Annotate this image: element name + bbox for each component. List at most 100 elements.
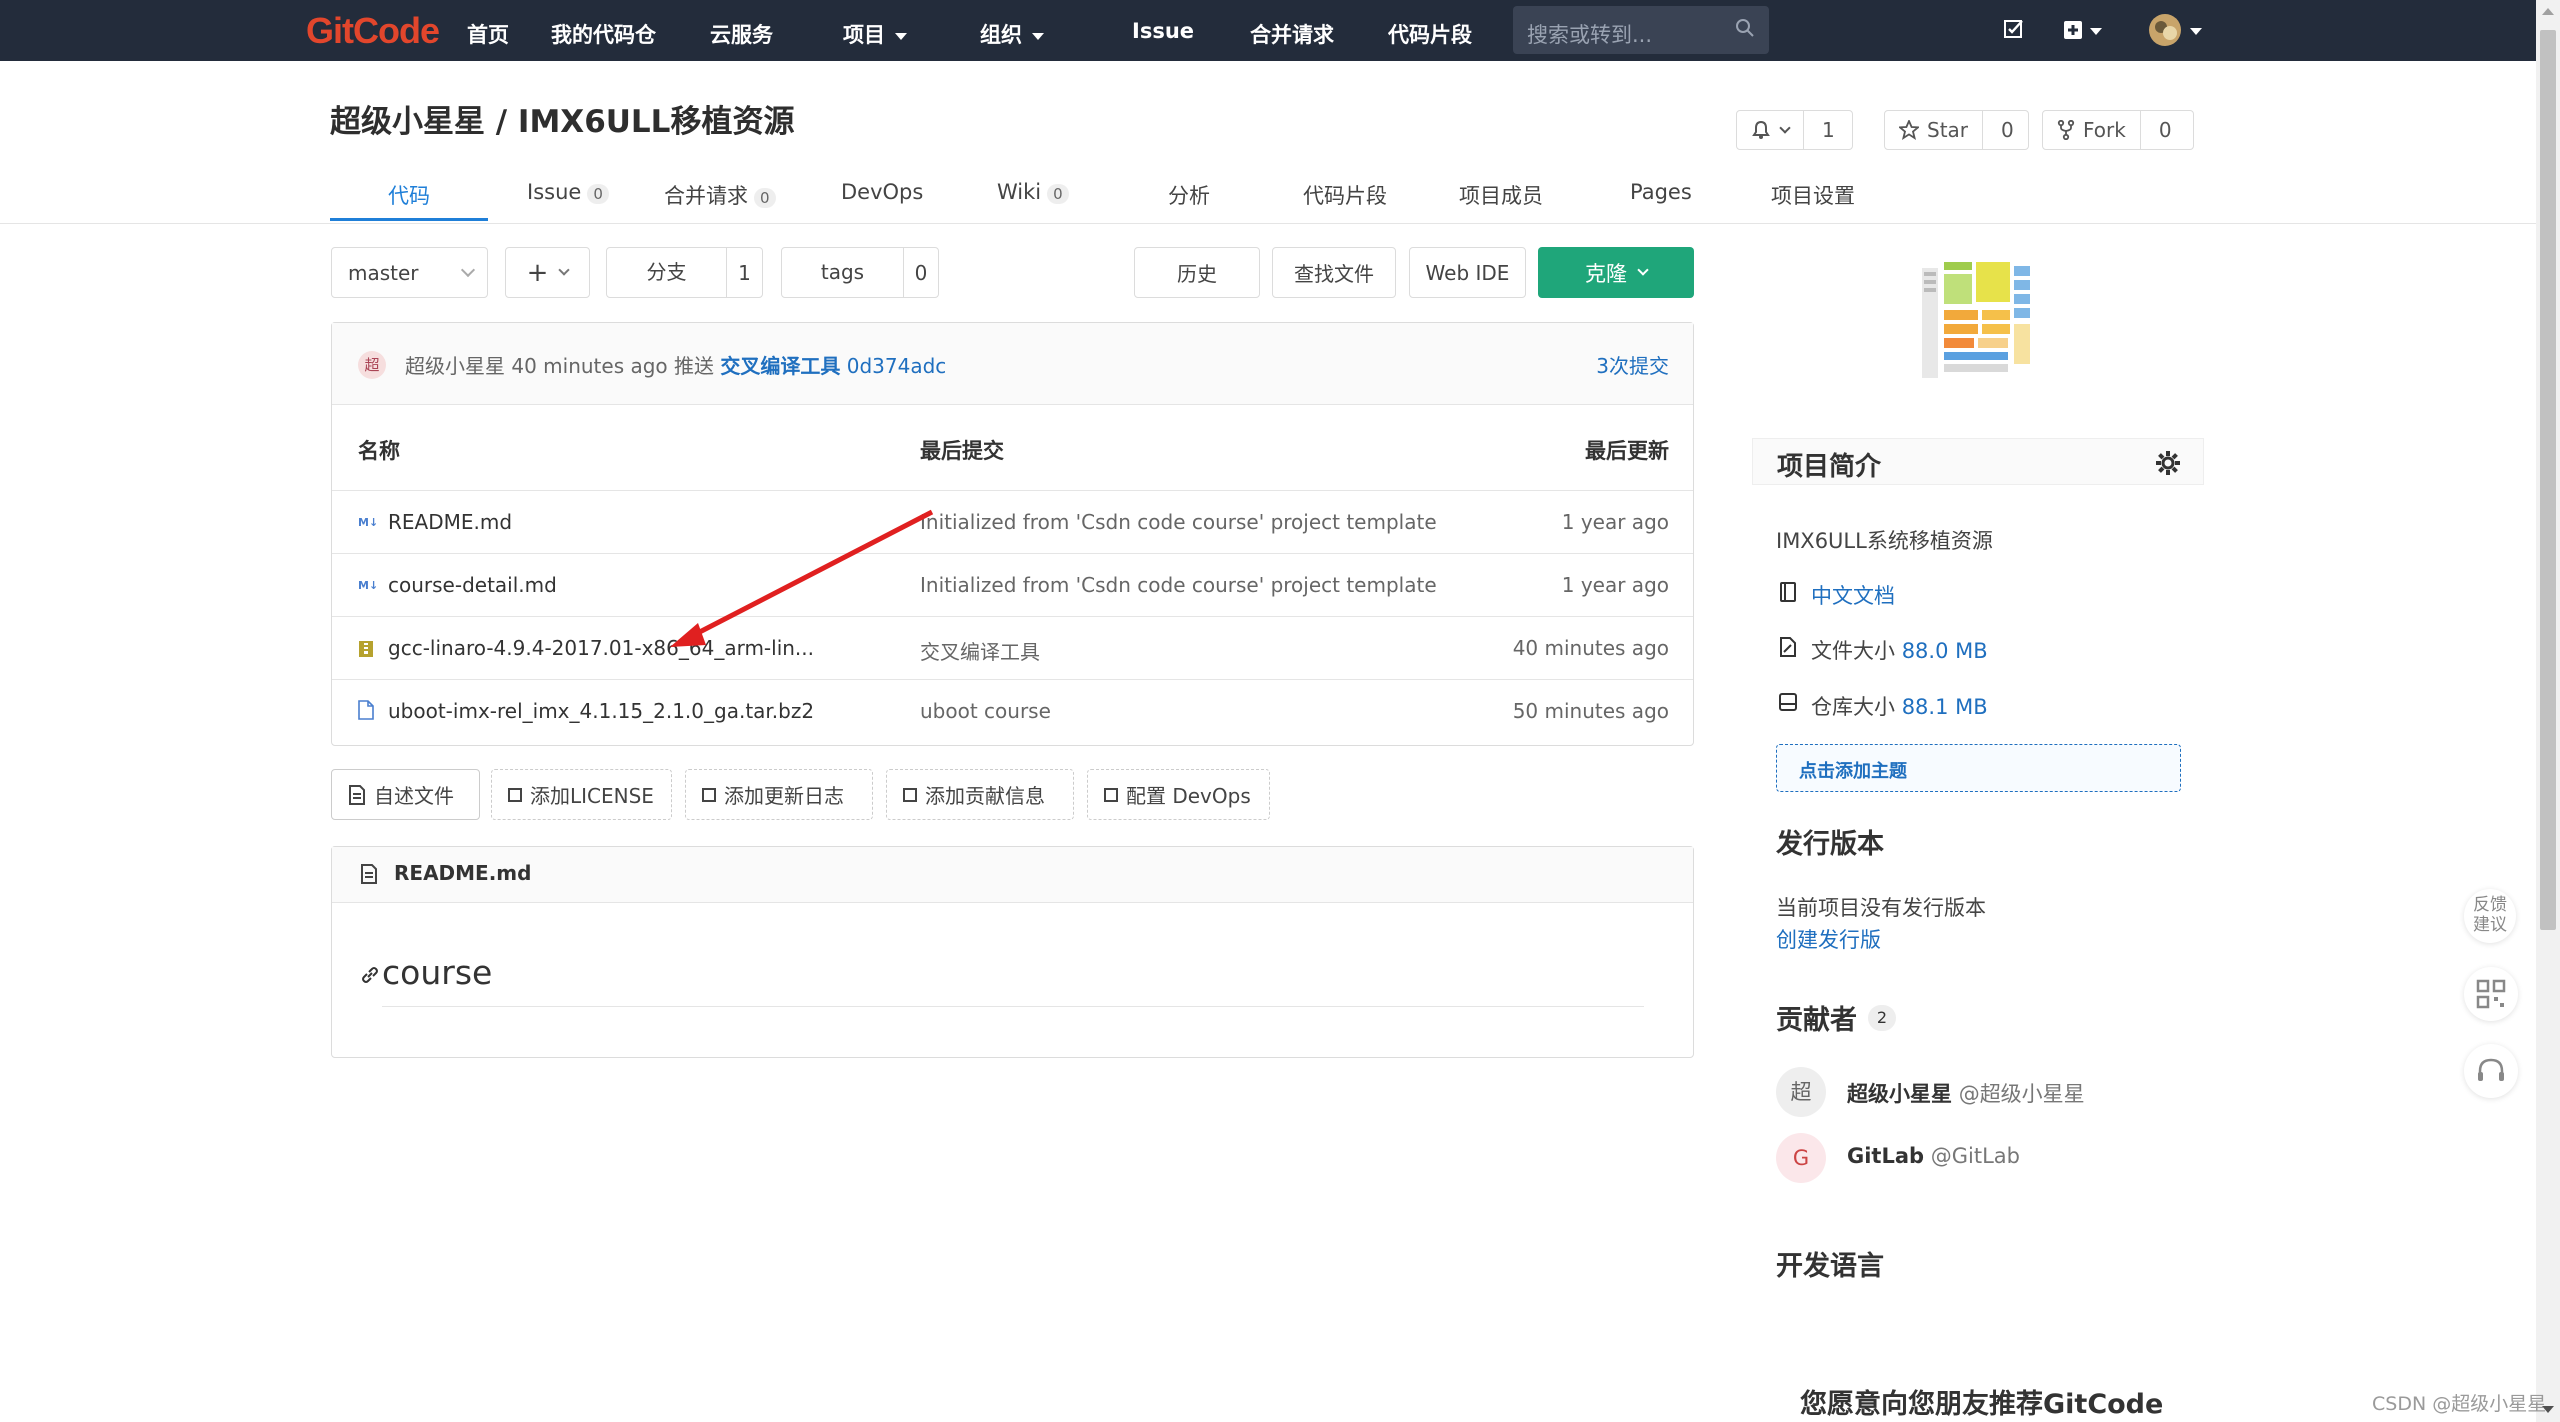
table-row[interactable]: M↓ course-detail.md Initialized from 'Cs… [332, 554, 1693, 617]
new-item-icon[interactable] [2063, 20, 2083, 40]
repo-title[interactable]: 超级小星星 / IMX6ULL移植资源 [330, 96, 794, 141]
todo-icon[interactable] [2003, 18, 2025, 40]
document-icon [349, 784, 365, 805]
link-icon[interactable] [360, 965, 380, 985]
page-scrollbar[interactable] [2536, 0, 2560, 1422]
releases-empty-text: 当前项目没有发行版本 [1776, 896, 1986, 920]
tab-issue[interactable]: Issue 0 [527, 180, 609, 204]
contributor-item[interactable]: 超级小星星 @超级小星星 [1847, 1078, 2085, 1108]
branch-select[interactable]: master [331, 247, 488, 298]
markdown-icon: M↓ [358, 516, 378, 529]
search-input[interactable]: 搜索或转到... [1513, 6, 1769, 54]
avatar[interactable]: 超 [358, 351, 386, 379]
markdown-icon: M↓ [358, 579, 378, 592]
feedback-button[interactable]: 反馈建议 [2464, 889, 2516, 943]
gitcode-logo[interactable]: GitCode [306, 10, 440, 52]
tab-code[interactable]: 代码 [388, 180, 430, 210]
fork-count: 0 [2158, 118, 2172, 142]
branches-label: 分支 [607, 248, 727, 297]
tags-button[interactable]: tags 0 [781, 247, 939, 298]
table-row[interactable]: M↓ README.md Initialized from 'Csdn code… [332, 491, 1693, 554]
table-row[interactable]: uboot-imx-rel_imx_4.1.15_2.1.0_ga.tar.bz… [332, 680, 1693, 743]
qr-code-icon [2476, 979, 2506, 1009]
section-title: 项目简介 [1777, 452, 1882, 482]
chevron-down-icon [2190, 28, 2202, 35]
star-count: 0 [2001, 118, 2014, 142]
create-release-link[interactable]: 创建发行版 [1776, 924, 1881, 954]
archive-icon [359, 641, 373, 657]
nav-orgs[interactable]: 组织 [980, 19, 1044, 49]
user-avatar[interactable] [2148, 13, 2182, 47]
readme-button[interactable]: 自述文件 [331, 769, 480, 820]
setup-devops-button[interactable]: 配置 DevOps [1087, 769, 1270, 820]
add-changelog-button[interactable]: 添加更新日志 [685, 769, 873, 820]
file-name-link[interactable]: uboot-imx-rel_imx_4.1.15_2.1.0_ga.tar.bz… [388, 699, 814, 723]
chevron-down-icon [1637, 264, 1649, 276]
add-menu-button[interactable]: + [505, 247, 590, 298]
nav-snippets[interactable]: 代码片段 [1388, 19, 1472, 49]
commit-message-link[interactable]: 交叉编译工具 [720, 354, 840, 378]
project-description: IMX6ULL系统移植资源 [1776, 529, 1993, 553]
table-row[interactable]: gcc-linaro-4.9.4-2017.01-x86_64_arm-lin.… [332, 617, 1693, 680]
star-button[interactable]: Star 0 [1884, 110, 2029, 150]
languages-title: 开发语言 [1776, 1251, 1884, 1282]
history-button[interactable]: 历史 [1134, 247, 1260, 298]
file-commit-message[interactable]: uboot course [920, 699, 1051, 723]
csdn-watermark: CSDN @超级小星星 [2372, 1393, 2547, 1415]
nav-merge-requests[interactable]: 合并请求 [1250, 19, 1334, 49]
tab-analytics[interactable]: 分析 [1168, 180, 1210, 210]
scrollbar-thumb[interactable] [2540, 30, 2556, 930]
search-placeholder: 搜索或转到... [1527, 23, 1653, 47]
contributor-item[interactable]: GitLab @GitLab [1847, 1144, 2020, 1168]
support-button[interactable] [2464, 1044, 2518, 1098]
nav-issue[interactable]: Issue [1132, 19, 1194, 43]
project-thumbnail [1922, 262, 2030, 378]
file-size-icon [1780, 637, 1796, 657]
tab-settings[interactable]: 项目设置 [1771, 180, 1855, 210]
add-contributing-button[interactable]: 添加贡献信息 [886, 769, 1074, 820]
file-commit-message[interactable]: Initialized from 'Csdn code course' proj… [920, 510, 1437, 534]
tab-members[interactable]: 项目成员 [1459, 180, 1543, 210]
nav-home[interactable]: 首页 [467, 19, 509, 49]
file-commit-message[interactable]: 交叉编译工具 [920, 636, 1040, 665]
fork-button[interactable]: Fork 0 [2042, 110, 2194, 150]
file-updated-time: 50 minutes ago [1512, 699, 1669, 723]
readme-filename[interactable]: README.md [394, 861, 531, 885]
nav-projects[interactable]: 项目 [843, 19, 907, 49]
notify-button[interactable]: 1 [1736, 110, 1853, 150]
clone-button[interactable]: 克隆 [1538, 247, 1694, 298]
tab-merge-requests[interactable]: 合并请求 0 [664, 180, 776, 210]
find-file-button[interactable]: 查找文件 [1272, 247, 1396, 298]
tab-snippets[interactable]: 代码片段 [1303, 180, 1387, 210]
avatar[interactable]: G [1776, 1133, 1826, 1183]
nav-cloud[interactable]: 云服务 [710, 19, 773, 49]
commit-count-link[interactable]: 3次提交 [1596, 350, 1669, 379]
file-updated-time: 40 minutes ago [1512, 636, 1669, 660]
docs-link[interactable]: 中文文档 [1811, 580, 1895, 610]
branches-button[interactable]: 分支 1 [606, 247, 763, 298]
commit-time: 40 minutes ago [511, 354, 668, 378]
file-commit-message[interactable]: Initialized from 'Csdn code course' proj… [920, 573, 1437, 597]
add-topic-button[interactable]: 点击添加主题 [1776, 744, 2181, 792]
chevron-down-icon [1032, 32, 1044, 40]
star-label: Star [1927, 118, 1969, 142]
file-name-link[interactable]: course-detail.md [388, 573, 557, 597]
tab-wiki[interactable]: Wiki 0 [997, 180, 1069, 204]
tab-devops[interactable]: DevOps [841, 180, 923, 204]
tab-pages[interactable]: Pages [1630, 180, 1692, 204]
top-navbar: GitCode 首页 我的代码仓 云服务 项目 组织 Issue 合并请求 代码… [0, 0, 2536, 61]
nav-my-repos[interactable]: 我的代码仓 [551, 19, 656, 49]
search-icon [1736, 19, 1754, 37]
add-license-button[interactable]: 添加LICENSE [491, 769, 672, 820]
scroll-up-icon[interactable] [2542, 8, 2554, 15]
file-name-link[interactable]: gcc-linaro-4.9.4-2017.01-x86_64_arm-lin.… [388, 636, 814, 660]
qr-code-button[interactable] [2464, 967, 2518, 1021]
gear-icon[interactable] [2155, 450, 2181, 476]
commit-author[interactable]: 超级小星星 [405, 354, 505, 378]
avatar[interactable]: 超 [1776, 1067, 1826, 1117]
web-ide-button[interactable]: Web IDE [1409, 247, 1526, 298]
file-name-link[interactable]: README.md [388, 510, 512, 534]
commit-sha-link[interactable]: 0d374adc [847, 354, 947, 378]
active-tab-indicator [330, 218, 488, 221]
file-icon [358, 700, 374, 720]
